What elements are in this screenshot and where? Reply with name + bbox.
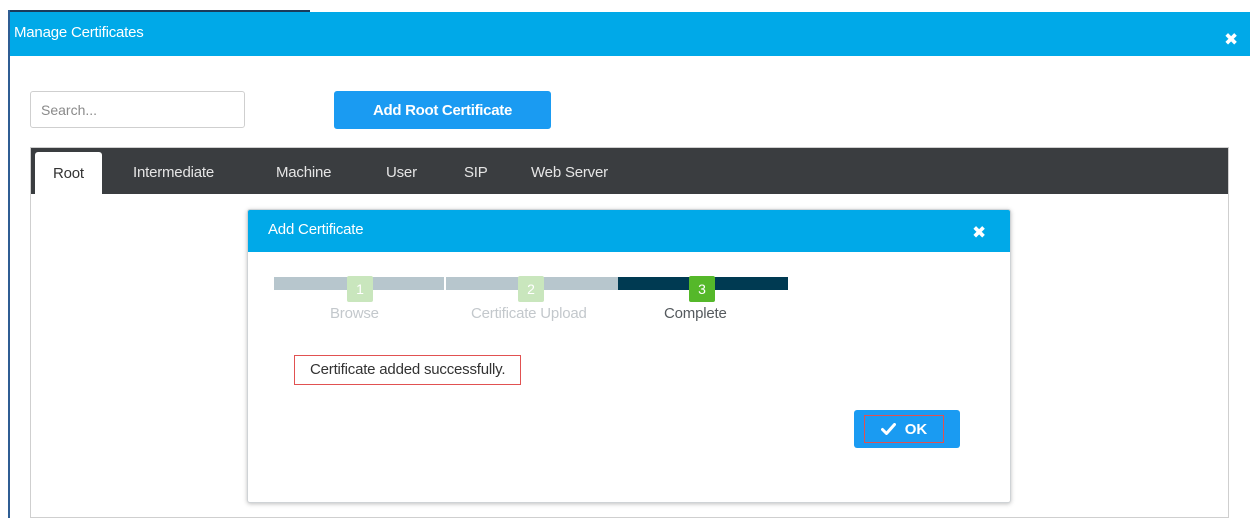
- step-3-label: Complete: [664, 305, 727, 322]
- dialog-title: Add Certificate: [268, 221, 364, 238]
- step-1-badge: 1: [347, 276, 373, 302]
- step-3-badge: 3: [689, 276, 715, 302]
- close-icon[interactable]: ✖: [1224, 31, 1238, 48]
- tab-sip[interactable]: SIP: [464, 164, 488, 181]
- ok-button[interactable]: OK: [854, 410, 960, 448]
- tab-root[interactable]: Root: [35, 152, 102, 194]
- step-2-label: Certificate Upload: [471, 305, 587, 322]
- step-2-badge: 2: [518, 276, 544, 302]
- dialog-close-icon[interactable]: ✖: [972, 224, 986, 241]
- add-certificate-dialog: Add Certificate ✖ 1 2 3 Browse Certifica…: [247, 209, 1011, 503]
- step-1-label: Browse: [330, 305, 379, 322]
- tab-web-server[interactable]: Web Server: [531, 164, 608, 181]
- tab-intermediate[interactable]: Intermediate: [133, 164, 214, 181]
- tab-bar: Root Intermediate Machine User SIP Web S…: [31, 148, 1228, 194]
- success-message: Certificate added successfully.: [294, 355, 522, 385]
- tab-machine[interactable]: Machine: [276, 164, 331, 181]
- check-icon: [880, 423, 896, 435]
- manage-certificates-window: Manage Certificates ✖ Add Root Certifica…: [8, 10, 1250, 518]
- ok-button-focus[interactable]: OK: [864, 415, 944, 443]
- dialog-header: Add Certificate ✖: [248, 210, 1010, 252]
- add-root-certificate-button[interactable]: Add Root Certificate: [334, 91, 551, 129]
- window-title: Manage Certificates: [14, 24, 144, 41]
- tab-user[interactable]: User: [386, 164, 417, 181]
- window-titlebar: Manage Certificates ✖: [10, 12, 1250, 56]
- search-input[interactable]: [30, 91, 245, 128]
- ok-button-label: OK: [904, 420, 928, 438]
